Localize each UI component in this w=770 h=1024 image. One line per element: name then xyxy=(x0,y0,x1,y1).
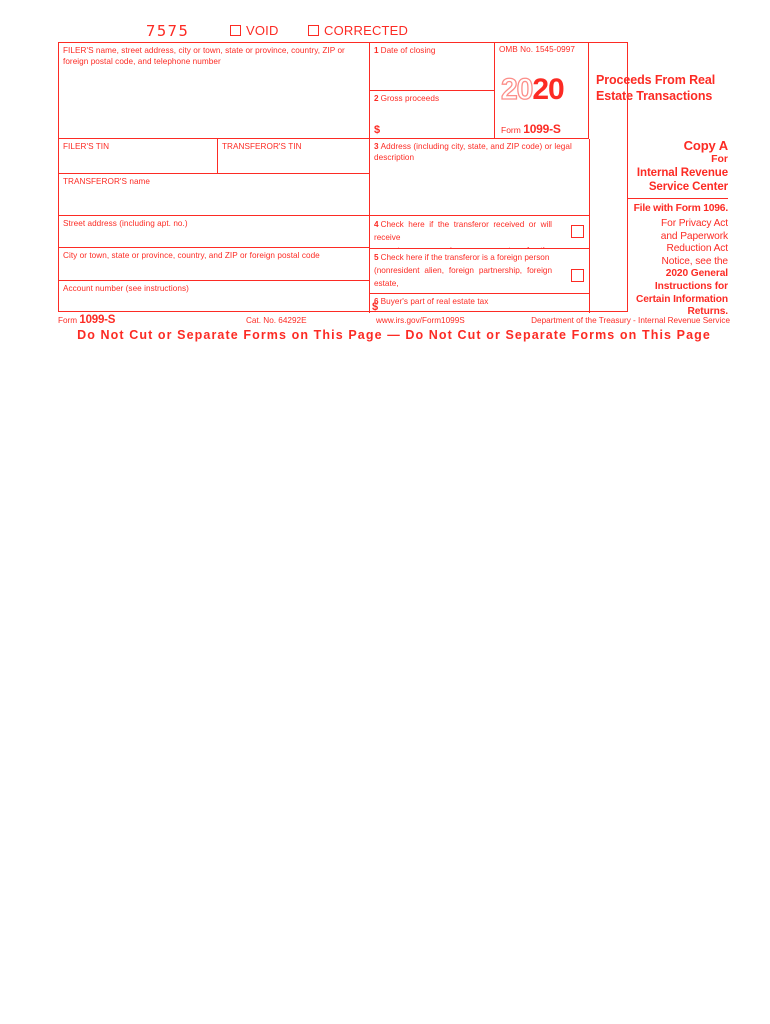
footer-catalog-number: Cat. No. 64292E xyxy=(246,316,307,325)
copy-a-destination-line1: Internal Revenue xyxy=(636,167,728,179)
filer-tin-label: FILER'S TIN xyxy=(63,142,110,151)
box6-currency-symbol: $ xyxy=(372,301,379,313)
notice-line-1: For Privacy Act xyxy=(661,218,728,229)
form-1099s-grid: FILER'S name, street address, city or to… xyxy=(58,42,628,313)
transferor-tin-label: TRANSFEROR'S TIN xyxy=(222,142,302,151)
form-footer: Form 1099-S Cat. No. 64292E www.irs.gov/… xyxy=(58,314,730,328)
copy-a-column: Copy A For Internal Revenue Service Cent… xyxy=(628,138,730,319)
notice-line-7: Certain Information xyxy=(635,293,728,305)
form-title-line2: Estate Transactions xyxy=(596,89,713,103)
omb-number: OMB No. 1545-0997 xyxy=(499,45,575,54)
box3-number: 3 xyxy=(374,142,379,151)
corrected-checkbox[interactable] xyxy=(308,25,319,36)
box4-label: 4 Check here if the transferor received o… xyxy=(370,216,552,248)
notice-line-4: Notice, see the xyxy=(661,255,729,267)
box1-number: 1 xyxy=(374,46,379,55)
box6-currency-wrap: $ xyxy=(372,297,378,315)
field-account-number[interactable]: Account number (see instructions) xyxy=(59,281,370,313)
box1-text: Date of closing xyxy=(380,46,436,55)
form-identifier: Form 1099-S xyxy=(501,122,561,136)
omb-year-block: OMB No. 1545-0997 20 20 Form 1099-S xyxy=(495,43,589,139)
notice-line-3: Reduction Act xyxy=(666,243,728,255)
city-state-zip-label: City or town, state or province, country… xyxy=(63,251,320,260)
box2-text: Gross proceeds xyxy=(380,94,440,103)
copy-a-destination-line2: Service Center xyxy=(648,181,728,193)
box-column-divider xyxy=(589,139,590,313)
copy-a-privacy-notice: For Privacy Act and Paperwork Reduction … xyxy=(628,218,728,319)
void-checkbox[interactable] xyxy=(230,25,241,36)
field-box1-date-of-closing[interactable]: 1 Date of closing xyxy=(370,43,495,91)
field-box3-address-legal-description[interactable]: 3 Address (including city, state, and ZIP… xyxy=(370,139,589,216)
copy-a-title: Copy A xyxy=(683,138,729,153)
box5-label: 5 Check here if the transferor is a forei… xyxy=(370,249,552,293)
account-number-label: Account number (see instructions) xyxy=(63,284,189,293)
street-address-label: Street address (including apt. no.) xyxy=(63,219,188,228)
copy-a-divider xyxy=(628,198,728,199)
notice-line-6: Instructions for xyxy=(654,280,728,292)
field-transferor-tin[interactable]: TRANSFEROR'S TIN xyxy=(218,139,370,174)
corrected-checkbox-group[interactable]: CORRECTED xyxy=(308,23,408,38)
box3-text: Address (including city, state, and ZIP … xyxy=(374,142,572,162)
box2-label: 2 Gross proceeds xyxy=(370,91,494,104)
copy-a-destination: Internal Revenue Service Center xyxy=(628,166,728,194)
tax-year-outline-part: 20 xyxy=(500,73,534,106)
void-checkbox-group[interactable]: VOID xyxy=(230,23,279,38)
form-number: 1099-S xyxy=(523,122,561,136)
footer-department: Department of the Treasury - Internal Re… xyxy=(531,316,730,325)
tax-year: 20 20 xyxy=(500,73,564,106)
filer-name-label: FILER'S name, street address, city or to… xyxy=(63,46,345,66)
copy-a-for-label: For xyxy=(711,153,728,165)
tax-year-solid-part: 20 xyxy=(532,73,564,106)
field-box6-buyers-part-real-estate-tax[interactable]: 6 Buyer's part of real estate tax xyxy=(370,294,589,313)
box6-text: Buyer's part of real estate tax xyxy=(380,297,489,306)
field-filer-tin[interactable]: FILER'S TIN xyxy=(59,139,218,174)
box3-label: 3 Address (including city, state, and ZIP… xyxy=(370,139,589,163)
field-box2-gross-proceeds[interactable]: 2 Gross proceeds $ xyxy=(370,91,495,139)
box4-checkbox[interactable] xyxy=(571,225,584,238)
box6-label: 6 Buyer's part of real estate tax xyxy=(370,294,589,307)
form-serial-number: 7575 xyxy=(146,22,190,40)
footer-form-identifier: Form 1099-S xyxy=(58,314,115,326)
form-word: Form xyxy=(501,125,521,135)
form-title: Proceeds From Real Estate Transactions xyxy=(596,72,770,104)
footer-form-word: Form xyxy=(58,316,78,325)
box2-currency-symbol: $ xyxy=(374,124,381,136)
field-box4-property-or-services[interactable]: 4 Check here if the transferor received o… xyxy=(370,216,589,249)
box2-number: 2 xyxy=(374,94,379,103)
box5-line2: (nonresident alien, foreign partnership,… xyxy=(374,266,552,288)
box5-line1: Check here if the transferor is a foreig… xyxy=(380,253,550,262)
corrected-label: CORRECTED xyxy=(324,23,409,38)
field-street-address[interactable]: Street address (including apt. no.) xyxy=(59,216,370,248)
notice-line-2: and Paperwork xyxy=(660,230,728,242)
form-title-line1: Proceeds From Real xyxy=(596,73,716,87)
footer-irs-url[interactable]: www.irs.gov/Form1099S xyxy=(376,316,465,325)
field-city-state-zip[interactable]: City or town, state or province, country… xyxy=(59,248,370,281)
field-box5-foreign-person[interactable]: 5 Check here if the transferor is a forei… xyxy=(370,249,589,294)
transferor-name-label: TRANSFEROR'S name xyxy=(63,177,151,186)
field-transferor-name[interactable]: TRANSFEROR'S name xyxy=(59,174,370,216)
void-label: VOID xyxy=(246,23,279,38)
notice-line-5: 2020 General xyxy=(665,268,728,280)
copy-a-file-with-1096: File with Form 1096. xyxy=(633,203,729,214)
box5-checkbox[interactable] xyxy=(571,269,584,282)
footer-form-number: 1099-S xyxy=(79,314,116,326)
do-not-cut-warning: Do Not Cut or Separate Forms on This Pag… xyxy=(77,328,711,342)
field-filer-name-address[interactable]: FILER'S name, street address, city or to… xyxy=(59,43,370,139)
box4-line1: Check here if the transferor received or… xyxy=(374,220,552,242)
form-header-row: 7575 VOID CORRECTED xyxy=(58,22,730,42)
box1-label: 1 Date of closing xyxy=(370,43,494,56)
